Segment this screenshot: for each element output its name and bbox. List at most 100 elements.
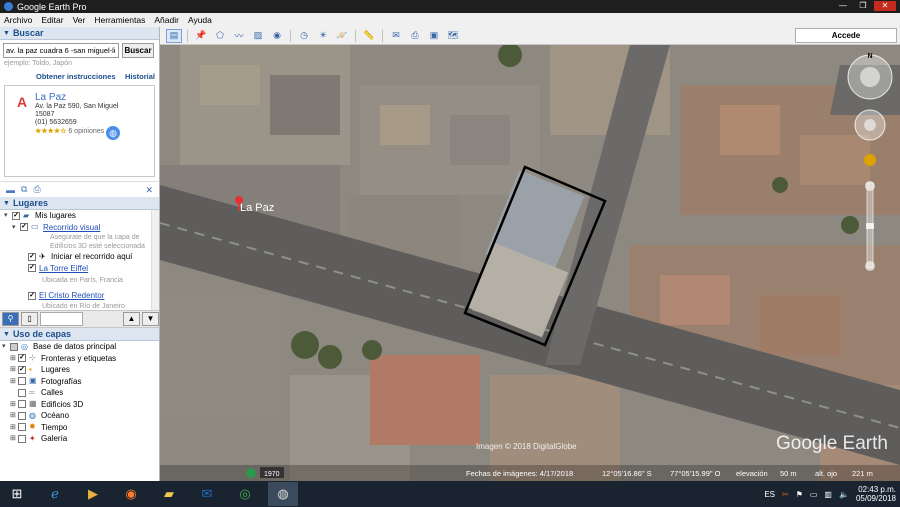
menu-editar[interactable]: Editar: [41, 15, 63, 25]
expand-icon[interactable]: ⊞: [10, 364, 18, 376]
places-scrollbar[interactable]: [151, 210, 159, 310]
street-view-pegman-icon[interactable]: [864, 154, 876, 166]
checkbox[interactable]: [28, 291, 36, 300]
flag-icon[interactable]: ⚑: [796, 490, 803, 499]
layer-oceano[interactable]: ⊞ ◍ Océano: [2, 410, 159, 422]
checkbox[interactable]: [18, 377, 26, 386]
checkbox[interactable]: [10, 342, 18, 351]
get-directions-link[interactable]: Obtener instrucciones: [36, 72, 116, 81]
layer-fronteras[interactable]: ⊞ ⊹ Fronteras y etiquetas: [2, 353, 159, 365]
search-panel-header[interactable]: ▼ Buscar: [0, 27, 159, 40]
close-button[interactable]: ✕: [874, 1, 896, 11]
maximize-button[interactable]: ❐: [854, 1, 872, 11]
sunlight-icon[interactable]: ☀: [315, 29, 331, 43]
checkbox[interactable]: [18, 434, 26, 443]
tree-item-iniciar-recorrido[interactable]: ✈ Iniciar el recorrido aquí: [4, 251, 159, 263]
historical-imagery-icon[interactable]: ◷: [296, 29, 312, 43]
expand-icon[interactable]: ⊞: [10, 422, 18, 434]
layer-tiempo[interactable]: ⊞ ✹ Tiempo: [2, 422, 159, 434]
checkbox[interactable]: [18, 365, 26, 374]
expand-icon[interactable]: ⊞: [10, 410, 18, 422]
email-icon[interactable]: ✉: [388, 29, 404, 43]
record-tour-icon[interactable]: ◉: [269, 29, 285, 43]
layer-edificios-3d[interactable]: ⊞ ▦ Edificios 3D: [2, 399, 159, 411]
search-result[interactable]: A La Paz Av. la Paz 590, San Miguel 1508…: [4, 85, 155, 177]
layer-base-de-datos[interactable]: ▾ ◎ Base de datos principal: [2, 341, 159, 353]
menu-herramientas[interactable]: Herramientas: [94, 15, 145, 25]
accede-button[interactable]: Accede: [795, 28, 897, 43]
checkbox[interactable]: [28, 264, 36, 273]
view-in-maps-icon[interactable]: 🗺: [445, 29, 461, 43]
file-explorer-icon[interactable]: ▰: [154, 482, 184, 506]
satellite-imagery[interactable]: La Paz N Google Earth Imagen © 2018 Digi…: [160, 45, 900, 481]
battery-icon[interactable]: ▭: [810, 490, 818, 499]
network-icon[interactable]: ▥: [824, 490, 832, 499]
move-down-icon[interactable]: ▼: [141, 312, 159, 326]
sidebar-panel-icon[interactable]: ▯: [21, 312, 39, 326]
tree-item-recorrido-visual[interactable]: ▾ ▭ Recorrido visual: [4, 222, 159, 234]
time-slider-icon[interactable]: [246, 468, 256, 478]
clear-search-icon[interactable]: ✕: [145, 185, 153, 196]
start-button-icon[interactable]: ⊞: [2, 482, 32, 506]
menu-anadir[interactable]: Añadir: [154, 15, 179, 25]
search-input[interactable]: [3, 43, 119, 58]
map-view[interactable]: La Paz N Google Earth Imagen © 2018 Digi…: [160, 45, 900, 481]
checkbox[interactable]: [18, 423, 26, 432]
tree-item-mis-lugares[interactable]: ▾ ▰ Mis lugares: [4, 210, 159, 222]
save-image-icon[interactable]: ▣: [426, 29, 442, 43]
copy-icon[interactable]: ⧉: [21, 184, 27, 195]
tree-item-label[interactable]: La Torre Eiffel: [39, 263, 88, 275]
tree-item-torre-eiffel[interactable]: La Torre Eiffel: [4, 263, 159, 275]
expand-icon[interactable]: ⊞: [10, 433, 18, 445]
layer-fotografias[interactable]: ⊞ ▣ Fotografías: [2, 376, 159, 388]
placemark-icon[interactable]: 📌: [193, 29, 209, 43]
media-player-icon[interactable]: ▶: [78, 482, 108, 506]
firefox-icon[interactable]: ◉: [116, 482, 146, 506]
polygon-icon[interactable]: ⬠: [212, 29, 228, 43]
checkbox[interactable]: [18, 400, 26, 409]
search-button[interactable]: Buscar: [122, 43, 154, 58]
globe-icon[interactable]: ◍: [106, 126, 120, 140]
sidebar-toggle-icon[interactable]: ▤: [166, 28, 182, 43]
google-earth-taskbar-icon[interactable]: ◍: [268, 482, 298, 506]
clock[interactable]: 02:43 p.m. 05/09/2018: [856, 485, 896, 503]
ruler-icon[interactable]: 📏: [361, 29, 377, 43]
checkbox[interactable]: [28, 252, 36, 261]
minimize-button[interactable]: —: [834, 1, 852, 11]
expand-icon[interactable]: ▾: [2, 341, 10, 353]
reviews-link[interactable]: 6 opiniones: [68, 128, 104, 135]
checkbox[interactable]: [18, 354, 26, 363]
tree-item-label[interactable]: El Cristo Redentor: [39, 290, 104, 302]
tree-item-cristo-redentor[interactable]: El Cristo Redentor: [4, 290, 159, 302]
search-places-icon[interactable]: ⚲: [2, 312, 20, 326]
menu-ayuda[interactable]: Ayuda: [188, 15, 212, 25]
tray-app-icon[interactable]: ✂: [782, 490, 789, 499]
places-filter-field[interactable]: [40, 312, 84, 326]
layer-calles[interactable]: ═ Calles: [2, 387, 159, 399]
image-overlay-icon[interactable]: ▨: [250, 29, 266, 43]
layers-panel-header[interactable]: ▼ Uso de capas: [0, 328, 159, 341]
volume-icon[interactable]: 🔈: [839, 490, 849, 499]
collapse-arrow-icon[interactable]: ▼: [3, 30, 10, 37]
language-indicator[interactable]: ES: [764, 490, 775, 499]
menu-archivo[interactable]: Archivo: [4, 15, 32, 25]
expand-icon[interactable]: ▾: [4, 210, 12, 222]
internet-explorer-icon[interactable]: ℯ: [40, 482, 70, 506]
tree-item-label[interactable]: Recorrido visual: [43, 222, 100, 234]
expand-icon[interactable]: ▾: [12, 222, 20, 234]
layer-lugares[interactable]: ⊞ ▪ Lugares: [2, 364, 159, 376]
checkbox[interactable]: [18, 388, 26, 397]
menu-ver[interactable]: Ver: [73, 15, 86, 25]
outlook-icon[interactable]: ✉: [192, 482, 222, 506]
collapse-arrow-icon[interactable]: ▼: [3, 331, 10, 338]
expand-icon[interactable]: ⊞: [10, 353, 18, 365]
result-name[interactable]: La Paz: [35, 92, 150, 103]
path-icon[interactable]: 〰: [231, 29, 247, 43]
history-link[interactable]: Historial: [125, 72, 155, 81]
layer-galeria[interactable]: ⊞ ✦ Galería: [2, 433, 159, 445]
expand-icon[interactable]: ⊞: [10, 399, 18, 411]
chrome-icon[interactable]: ◎: [230, 482, 260, 506]
places-panel-header[interactable]: ▼ Lugares: [0, 197, 159, 210]
print-icon[interactable]: ⎙: [407, 29, 423, 43]
move-up-icon[interactable]: ▲: [122, 312, 140, 326]
